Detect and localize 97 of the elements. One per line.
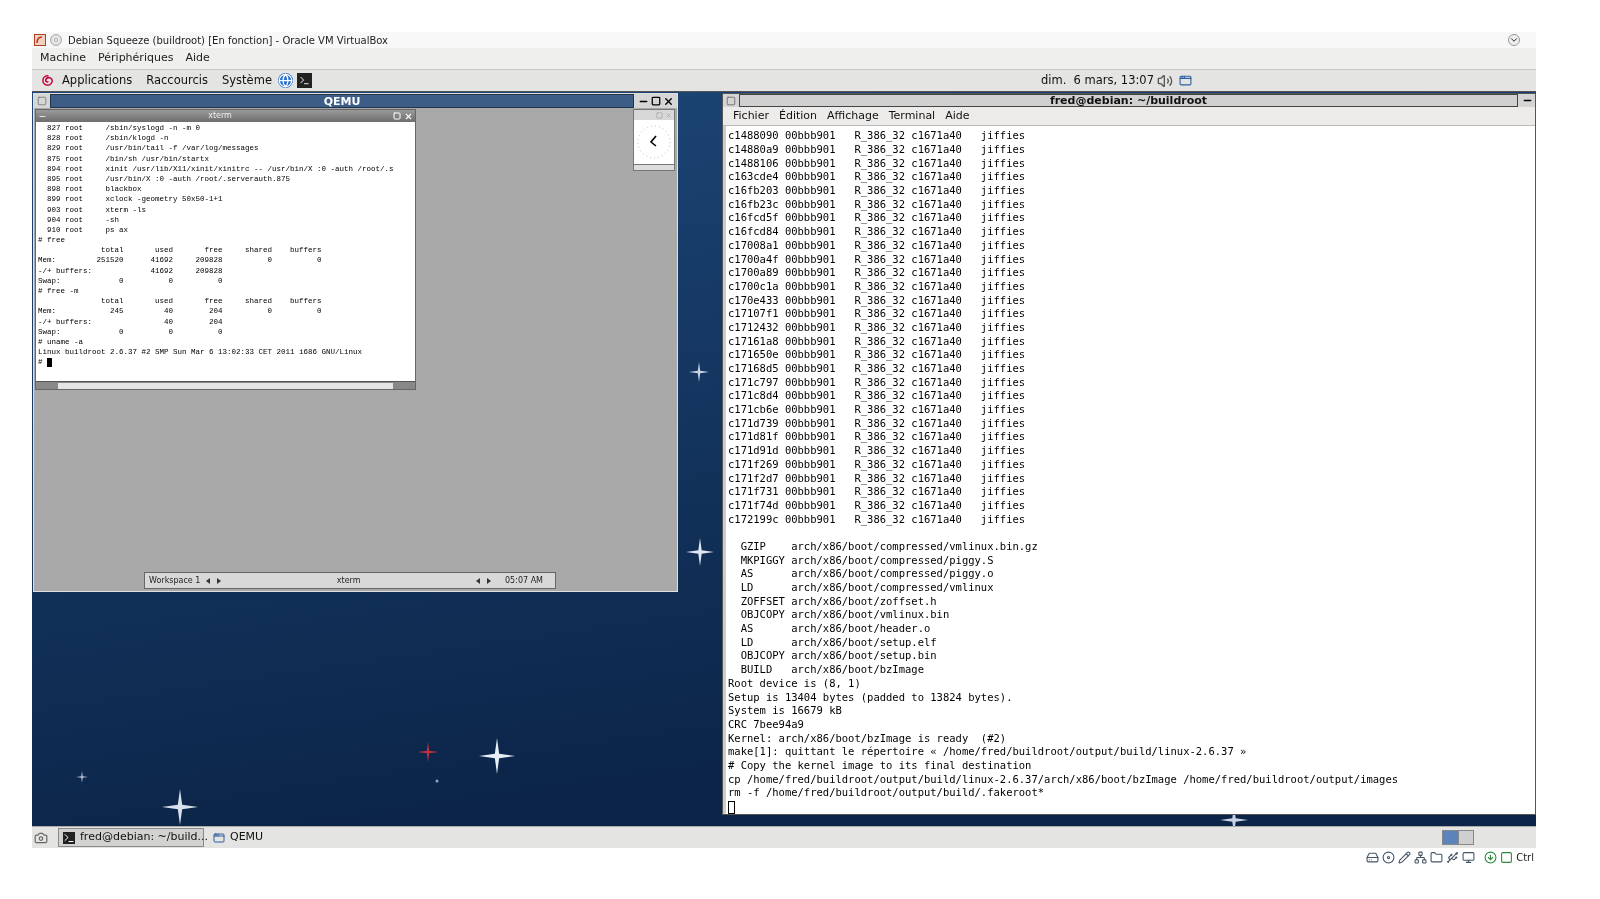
toolbar-clock: 05:07 AM <box>505 574 543 587</box>
terminal-line: BUILD arch/x86/boot/bzImage <box>739 663 924 677</box>
panel-menu[interactable]: Système <box>222 71 272 90</box>
terminal-line: c171f269 00bbb901 R_386_32 c1671a40 jiffies <box>728 457 1026 472</box>
terminal-line: ZOFFSET arch/x86/boot/zoffset.h <box>739 594 937 609</box>
panel-menu[interactable]: Raccourcis <box>146 71 208 90</box>
terminal-line: c14880a9 00bbb901 R_386_32 c1671a40 jiffies <box>728 143 1026 157</box>
terminal-line: c171cb6e 00bbb901 R_386_32 c1671a40 jiffies <box>728 403 1026 417</box>
qemu-title: QEMU <box>323 95 361 107</box>
terminal-line: c172199c 00bbb901 R_386_32 c1671a40 jiffies <box>728 512 1026 527</box>
right-arrow-icon[interactable] <box>487 577 492 584</box>
terminal-line: c170e433 00bbb901 R_386_32 c1671a40 jiffies <box>728 293 1026 308</box>
terminal-line: c16fb203 00bbb901 R_386_32 c1671a40 jiffies <box>728 184 1026 198</box>
terminal-line: OBJCOPY arch/x86/boot/setup.bin <box>739 649 937 664</box>
terminal-line: CRC 7bee94a9 <box>728 717 804 732</box>
terminal-line: c1712432 00bbb901 R_386_32 c1671a40 jiffies <box>728 320 1026 335</box>
host-key-label: Ctrl <box>1516 850 1534 865</box>
terminal-line: Setup is 13404 bytes (padded to 13824 bytes). <box>728 690 1013 705</box>
terminal-line: c171d91d 00bbb901 R_386_32 c1671a40 jiffies <box>728 444 1026 458</box>
chevron-down-icon[interactable] <box>1508 34 1520 46</box>
terminal-line: System is 16679 kB <box>728 704 842 718</box>
window-label: xterm <box>336 574 361 587</box>
terminal-line: cp /home/fred/buildroot/output/build/linux-2.6.37/arch/x86/boot/bzImage /home/fred/buildroot/output/images <box>728 772 1399 787</box>
terminal-icon[interactable] <box>296 73 312 88</box>
terminal-line: c16fcd84 00bbb901 R_386_32 c1671a40 jiffies <box>728 225 1026 239</box>
show-desktop-icon[interactable] <box>34 830 48 845</box>
clock-drawing <box>636 124 672 160</box>
swirl-logo-icon[interactable] <box>40 73 55 88</box>
terminal-line: MKPIGGY arch/x86/boot/compressed/piggy.S <box>739 553 994 568</box>
menu-item[interactable]: Affichage <box>827 107 879 125</box>
terminal-line: c171f2d7 00bbb901 R_386_32 c1671a40 jiffies <box>728 471 1026 486</box>
terminal-line: OBJCOPY arch/x86/boot/vmlinux.bin <box>739 608 950 623</box>
pencil-icon[interactable] <box>1398 850 1412 864</box>
scrollbar[interactable] <box>36 381 415 389</box>
left-arrow-icon[interactable] <box>476 577 481 584</box>
menu-item[interactable]: Terminal <box>888 107 936 125</box>
square-icon[interactable] <box>1500 850 1514 864</box>
globe-icon[interactable] <box>277 73 293 88</box>
text-cursor <box>46 357 52 367</box>
menu-item[interactable]: Aide <box>945 107 970 125</box>
terminal-line: AS arch/x86/boot/compressed/piggy.o <box>739 567 994 581</box>
terminal-line: c1488106 00bbb901 R_386_32 c1671a40 jiffies <box>728 156 1026 171</box>
terminal-line: LD arch/x86/boot/setup.elf <box>739 635 937 650</box>
workspace-label: Workspace 1 <box>149 574 201 587</box>
workspace-switcher[interactable] <box>1442 830 1474 845</box>
terminal-line: AS arch/x86/boot/header.o <box>739 622 931 636</box>
terminal-line: # Copy the kernel image to its final destination <box>728 758 1032 773</box>
menu-item[interactable]: Fichier <box>733 107 769 125</box>
terminal-line: c171c8d4 00bbb901 R_386_32 c1671a40 jiffies <box>728 389 1026 404</box>
terminal-line: c171d81f 00bbb901 R_386_32 c1671a40 jiffies <box>728 430 1026 445</box>
panel-menu[interactable]: Applications <box>62 71 133 90</box>
terminal-line: c1700c1a 00bbb901 R_386_32 c1671a40 jiffies <box>728 279 1026 294</box>
window-icon[interactable] <box>1179 74 1192 87</box>
terminal-title: fred@debian: ~/buildroot <box>1049 95 1208 106</box>
terminal-line: make[1]: quittant le répertoire « /home/fred/buildroot/output/build/linux-2.6.37 » <box>728 745 1247 759</box>
terminal-line: c17168d5 00bbb901 R_386_32 c1671a40 jiffies <box>728 362 1026 376</box>
hard-drive-icon[interactable] <box>1366 850 1380 864</box>
terminal-line: c163cde4 00bbb901 R_386_32 c1671a40 jiffies <box>728 170 1026 185</box>
menu-item[interactable]: Édition <box>778 107 817 125</box>
window-icon <box>213 831 225 844</box>
terminal-line: LD arch/x86/boot/compressed/vmlinux <box>739 581 994 595</box>
terminal-line: Root device is (8, 1) <box>728 676 861 691</box>
terminal-line: GZIP arch/x86/boot/compressed/vmlinux.bin.gz <box>739 539 1038 554</box>
terminal-line: c1700a89 00bbb901 R_386_32 c1671a40 jiffies <box>728 266 1026 280</box>
panel-clock[interactable]: dim. 6 mars, 13:07 <box>1040 71 1154 90</box>
menu-item[interactable]: Machine <box>40 50 87 67</box>
text-cursor <box>728 801 735 814</box>
terminal-line: c16fb23c 00bbb901 R_386_32 c1671a40 jiffies <box>728 197 1026 212</box>
terminal-line: c171d739 00bbb901 R_386_32 c1671a40 jiffies <box>728 416 1026 431</box>
menu-item[interactable]: Périphériques <box>98 50 174 67</box>
terminal-line: c17161a8 00bbb901 R_386_32 c1671a40 jiffies <box>728 334 1026 349</box>
xterm-title: xterm <box>208 112 232 120</box>
terminal-icon <box>63 831 75 844</box>
folder-icon[interactable] <box>1430 850 1444 864</box>
usb-icon[interactable] <box>1446 850 1460 864</box>
app-icon <box>34 34 46 46</box>
terminal-line: c171f74d 00bbb901 R_386_32 c1671a40 jiffies <box>728 498 1026 513</box>
terminal-line: c17107f1 00bbb901 R_386_32 c1671a40 jiffies <box>728 307 1026 321</box>
terminal-line: c16fcd5f 00bbb901 R_386_32 c1671a40 jiffies <box>728 211 1026 226</box>
speaker-icon[interactable] <box>1157 72 1173 89</box>
terminal-line: c171c797 00bbb901 R_386_32 c1671a40 jiffies <box>728 375 1026 390</box>
monitor-icon[interactable] <box>1462 850 1476 864</box>
terminal-line: c171650e 00bbb901 R_386_32 c1671a40 jiffies <box>728 348 1026 362</box>
menu-item[interactable]: Aide <box>185 50 210 67</box>
terminal-line: rm -f /home/fred/buildroot/output/build/.fakeroot* <box>728 786 1045 800</box>
terminal-line: c1488090 00bbb901 R_386_32 c1671a40 jiffies <box>728 129 1026 143</box>
disc-icon[interactable] <box>1382 850 1396 864</box>
terminal-line: Kernel: arch/x86/boot/bzImage is ready (#2) <box>728 731 1007 746</box>
close-icon[interactable] <box>663 95 674 107</box>
network-icon[interactable] <box>1414 850 1428 864</box>
left-arrow-icon[interactable] <box>206 577 211 584</box>
terminal-line: c1700a4f 00bbb901 R_386_32 c1671a40 jiffies <box>728 252 1026 267</box>
arrow-down-icon[interactable] <box>1484 850 1498 864</box>
terminal-line: c171f731 00bbb901 R_386_32 c1671a40 jiffies <box>728 485 1026 499</box>
terminal-line: c17008a1 00bbb901 R_386_32 c1671a40 jiffies <box>728 238 1026 253</box>
right-arrow-icon[interactable] <box>217 577 222 584</box>
window-title: Debian Squeeze (buildroot) [En fonction] - Oracle VM VirtualBox <box>68 33 389 48</box>
